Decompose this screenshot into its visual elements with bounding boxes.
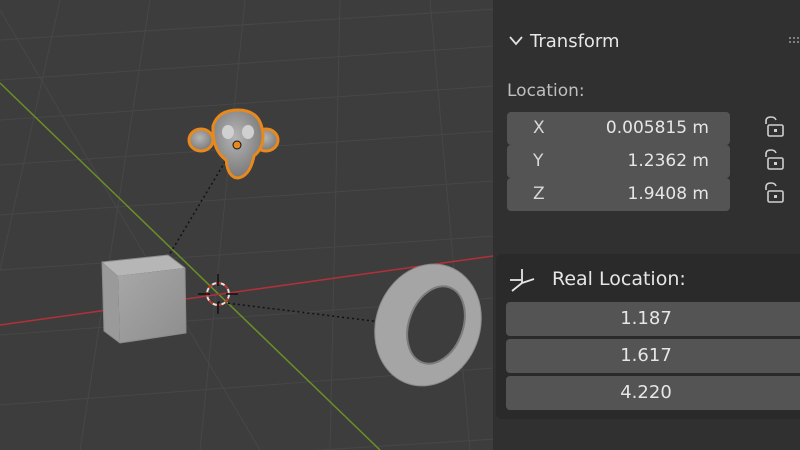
location-y-field[interactable]: Y 1.2362 m <box>507 145 730 178</box>
real-location-title: Real Location: <box>552 268 686 290</box>
lock-icon[interactable] <box>761 182 785 204</box>
real-location-y-value: 1.617 <box>620 345 672 366</box>
location-z-value: 1.9408 m <box>627 184 709 204</box>
real-location-x-field[interactable]: 1.187 <box>506 302 800 336</box>
chevron-down-icon[interactable] <box>508 34 524 48</box>
real-location-y-field[interactable]: 1.617 <box>506 339 800 373</box>
transform-panel-header[interactable]: Transform <box>493 20 800 64</box>
real-location-z-field[interactable]: 4.220 <box>506 376 800 410</box>
axis-label: Y <box>533 151 544 171</box>
location-x-value: 0.005815 m <box>605 118 709 138</box>
drag-handle-icon[interactable] <box>788 36 800 46</box>
real-location-x-value: 1.187 <box>620 308 672 329</box>
axis-label: X <box>533 118 545 138</box>
location-y-value: 1.2362 m <box>627 151 709 171</box>
location-z-field[interactable]: Z 1.9408 m <box>507 178 730 211</box>
location-label: Location: <box>507 81 585 101</box>
real-location-panel: Real Location: 1.187 1.617 4.220 <box>496 254 800 419</box>
cube-object[interactable] <box>101 254 187 344</box>
location-x-field[interactable]: X 0.005815 m <box>507 112 730 145</box>
lock-icon[interactable] <box>761 116 785 138</box>
orientation-gizmo-icon <box>510 269 535 292</box>
axis-label: Z <box>533 184 545 204</box>
lock-icon[interactable] <box>761 149 785 171</box>
real-location-z-value: 4.220 <box>620 382 672 403</box>
transform-title: Transform <box>530 31 620 52</box>
